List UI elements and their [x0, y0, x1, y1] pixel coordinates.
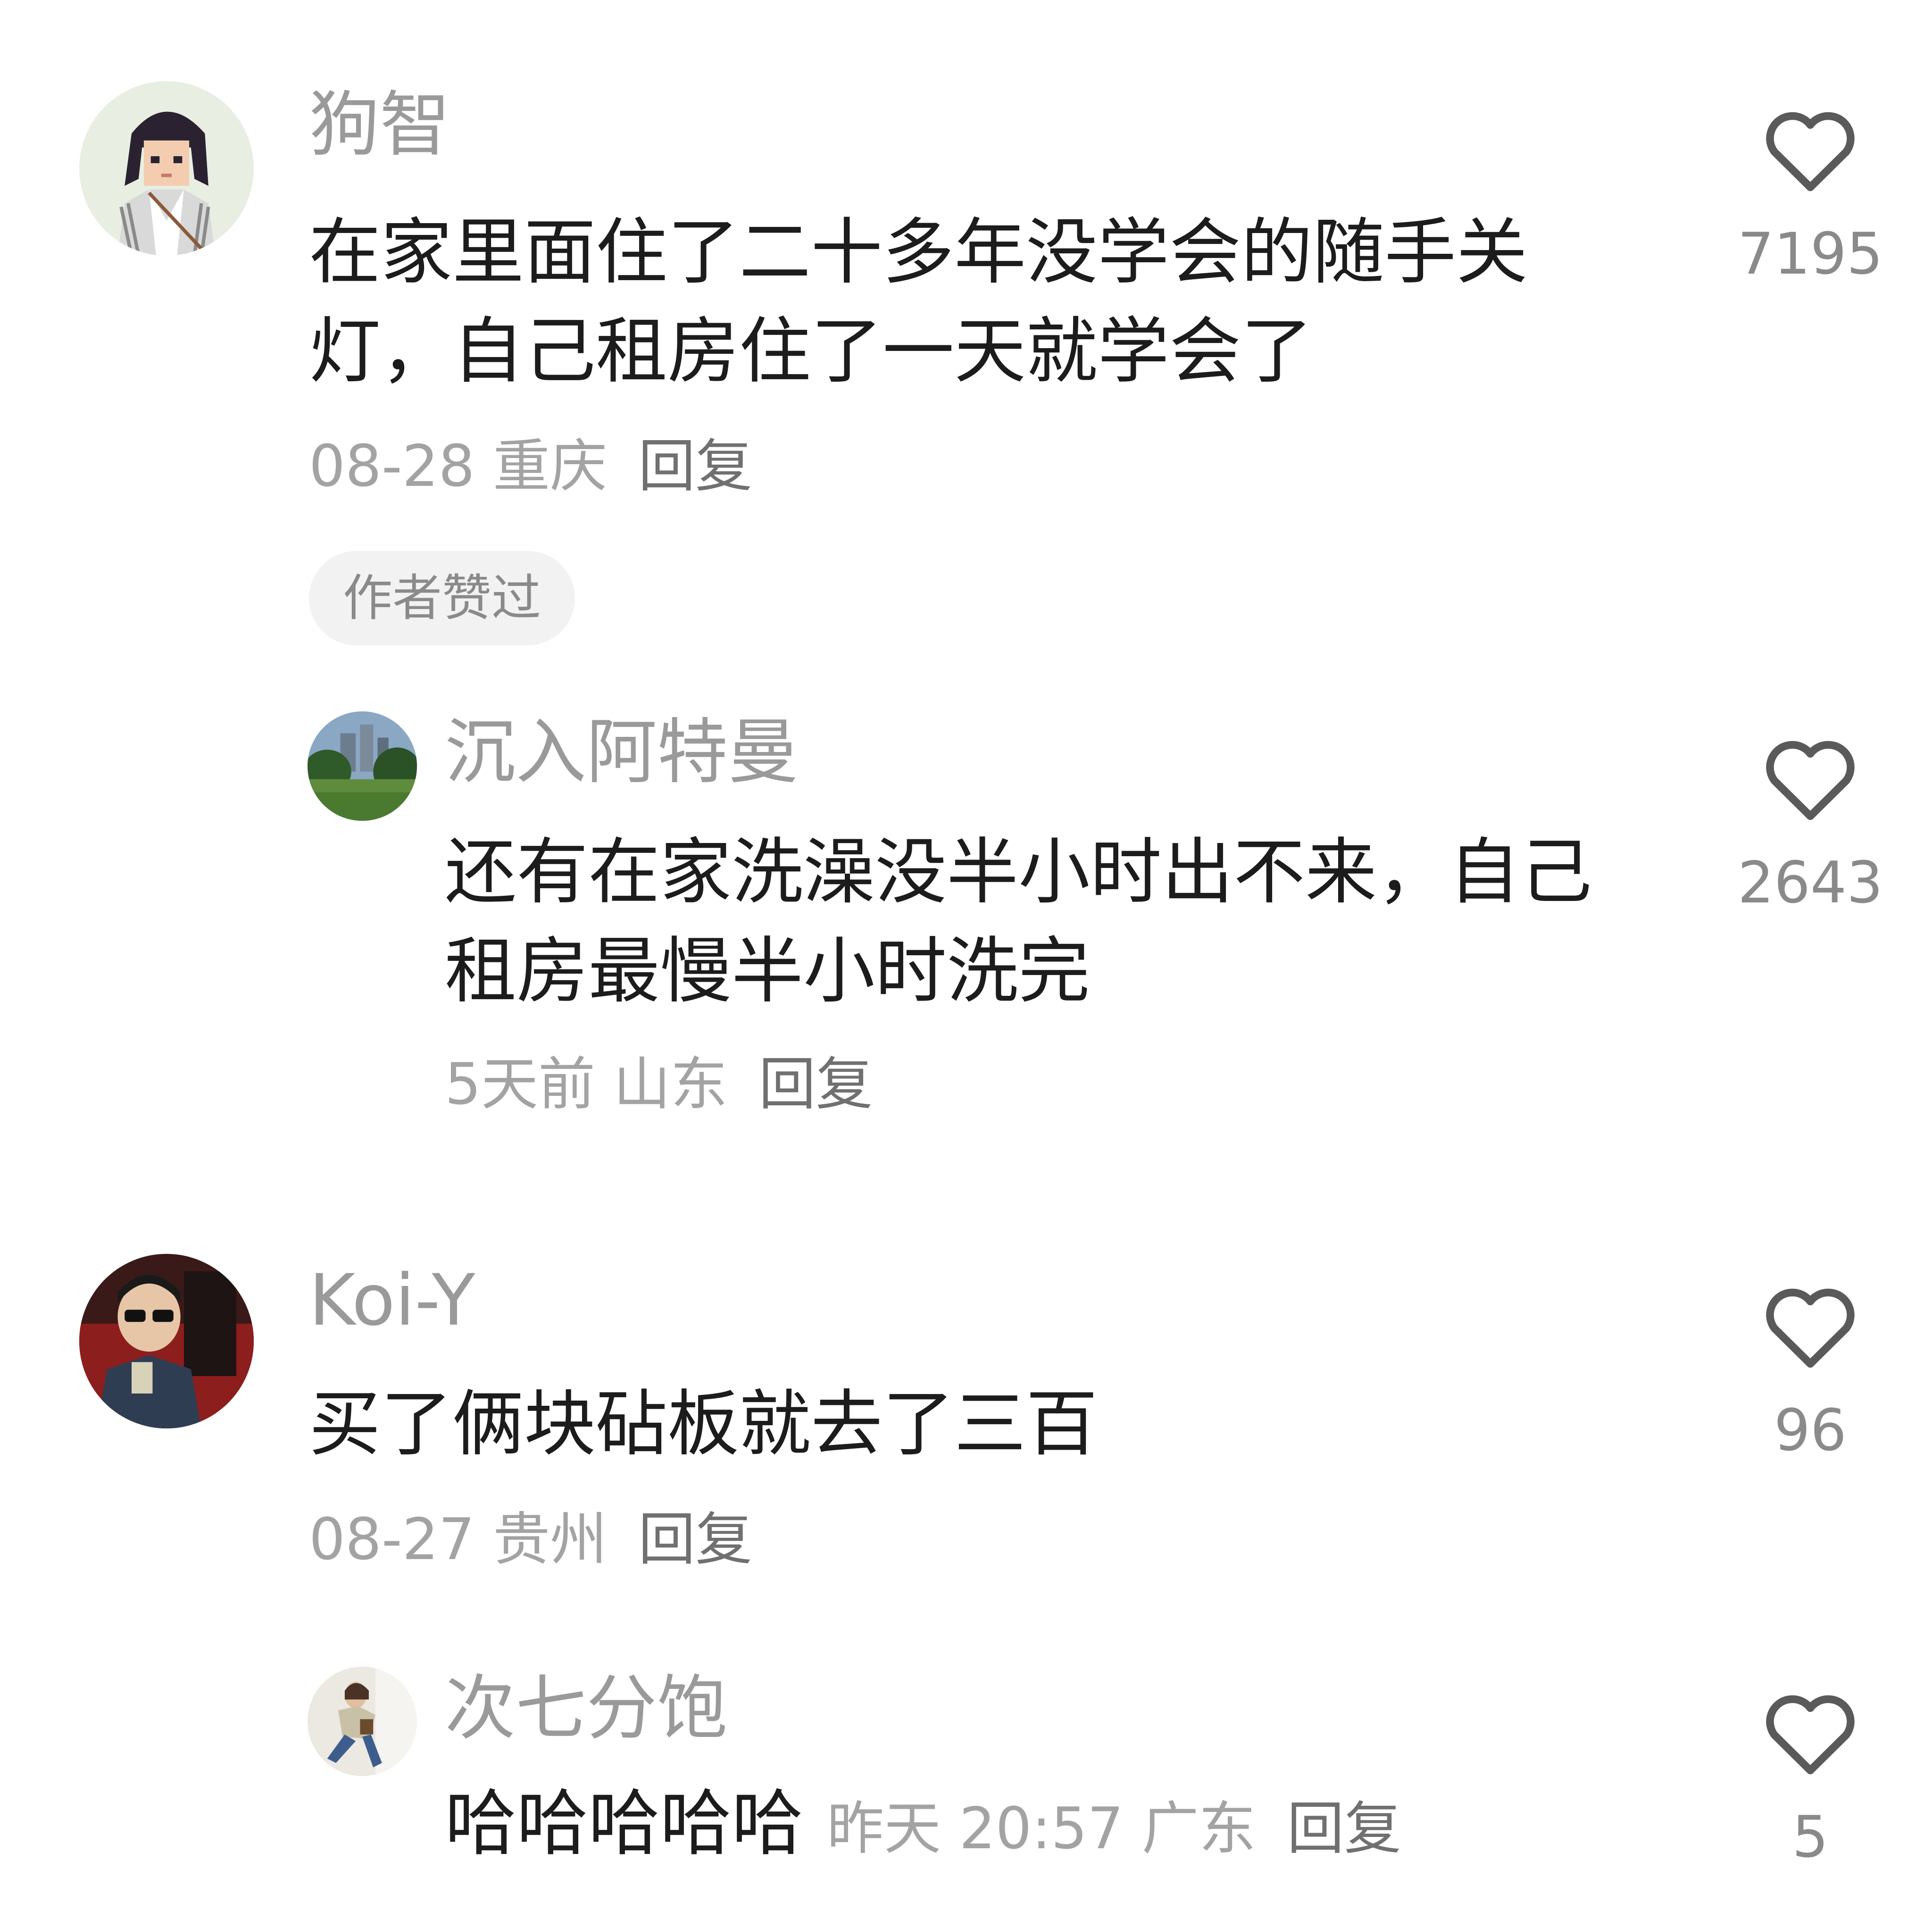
- heart-icon: [1766, 1288, 1855, 1368]
- comment-text: 还有在家洗澡没半小时出不来，自己租房最慢半小时洗完: [445, 830, 1592, 1013]
- like-button[interactable]: 5: [1730, 1687, 1890, 1866]
- username[interactable]: Koi-Y: [309, 1265, 475, 1336]
- like-button[interactable]: 7195: [1730, 104, 1890, 283]
- park-landscape-avatar-icon: [308, 711, 417, 821]
- reply-button[interactable]: 回复: [1287, 1795, 1401, 1862]
- username[interactable]: 沉入阿特曼: [445, 717, 799, 788]
- heart-icon: [1766, 741, 1855, 820]
- comment-text: 在家里面住了二十多年没学会的随手关灯，自己租房住了一天就学会了: [309, 210, 1528, 393]
- like-count: 7195: [1738, 221, 1883, 287]
- date-location: 昨天 20:57 广东: [827, 1795, 1256, 1862]
- avatar[interactable]: [308, 711, 417, 821]
- comment-text: 买了俩块砧板就去了三百: [309, 1382, 1098, 1466]
- like-button[interactable]: 96: [1730, 1280, 1890, 1459]
- pixel-art-girl-avatar-icon: [79, 81, 254, 256]
- like-count: 96: [1774, 1397, 1847, 1464]
- author-liked-badge: 作者赞过: [309, 551, 575, 645]
- date-location: 08-28 重庆: [309, 433, 608, 500]
- comment-meta: 08-27 贵州 回复: [309, 1511, 752, 1568]
- username[interactable]: 次七分饱: [445, 1673, 728, 1744]
- jumping-person-avatar-icon: [308, 1667, 417, 1776]
- avatar[interactable]: [79, 1254, 254, 1428]
- sunglasses-person-avatar-icon: [79, 1254, 254, 1428]
- date-location: 08-27 贵州: [309, 1506, 608, 1573]
- comment-body-line: 哈哈哈哈哈 昨天 20:57 广东 回复: [445, 1788, 1401, 1860]
- avatar[interactable]: [308, 1667, 417, 1776]
- heart-icon: [1766, 112, 1855, 192]
- username[interactable]: 狗智: [309, 90, 450, 160]
- date-location: 5天前 山东: [445, 1051, 728, 1118]
- reply-button[interactable]: 回复: [638, 433, 752, 500]
- like-count: 2643: [1738, 850, 1883, 916]
- heart-icon: [1766, 1695, 1855, 1775]
- avatar[interactable]: [79, 81, 254, 256]
- like-count: 5: [1792, 1804, 1829, 1870]
- comment-meta: 08-28 重庆 回复: [309, 438, 752, 495]
- comment-text: 哈哈哈哈哈: [445, 1782, 803, 1865]
- comment-meta: 5天前 山东 回复: [445, 1056, 873, 1113]
- reply-button[interactable]: 回复: [638, 1506, 752, 1573]
- reply-button[interactable]: 回复: [758, 1051, 873, 1118]
- like-button[interactable]: 2643: [1730, 733, 1890, 911]
